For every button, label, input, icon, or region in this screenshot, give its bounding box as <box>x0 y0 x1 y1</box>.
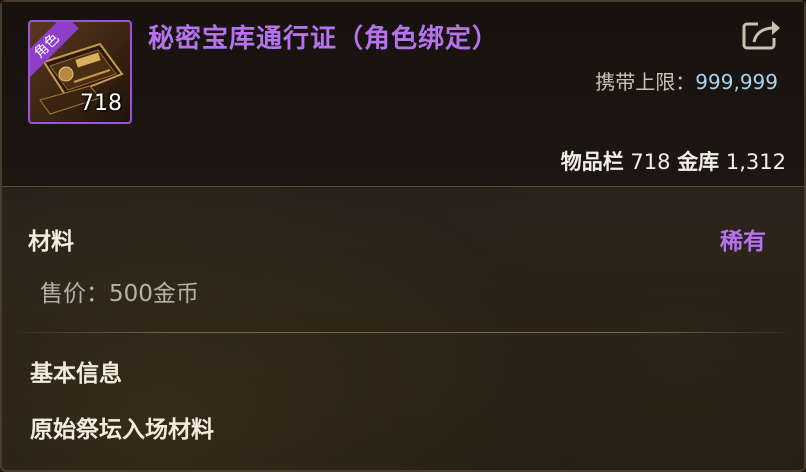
basic-info-heading: 基本信息 <box>30 361 122 387</box>
inventory-summary: 物品栏 718 金库 1,312 <box>561 146 786 176</box>
carry-limit-value: 999,999 <box>695 70 778 94</box>
carry-limit-label: 携带上限： <box>595 70 696 94</box>
share-button[interactable] <box>742 18 782 52</box>
item-tooltip: 角色 718 秘密宝库通行证（角色绑定） 携带上限：999,999 物品栏 71… <box>0 0 806 472</box>
item-stack-count: 718 <box>80 91 122 116</box>
rarity-badge: 稀有 <box>720 229 766 255</box>
vault-count: 1,312 <box>725 150 786 174</box>
item-name: 秘密宝库通行证（角色绑定） <box>148 24 500 54</box>
tooltip-header: 角色 718 秘密宝库通行证（角色绑定） 携带上限：999,999 物品栏 71… <box>2 2 804 187</box>
sell-price: 售价：500金币 <box>40 274 199 308</box>
sell-price-label: 售价： <box>40 281 109 307</box>
item-icon-slot[interactable]: 角色 718 <box>28 20 132 124</box>
item-category: 材料 <box>28 229 74 255</box>
section-divider <box>18 332 788 333</box>
carry-limit: 携带上限：999,999 <box>595 66 778 95</box>
item-description: 原始祭坛入场材料 <box>30 417 214 443</box>
inventory-count: 718 <box>630 150 671 174</box>
sell-price-value: 500金币 <box>109 281 199 307</box>
inventory-label: 物品栏 <box>560 150 624 174</box>
share-export-icon <box>742 20 780 50</box>
vault-label: 金库 <box>677 150 720 174</box>
